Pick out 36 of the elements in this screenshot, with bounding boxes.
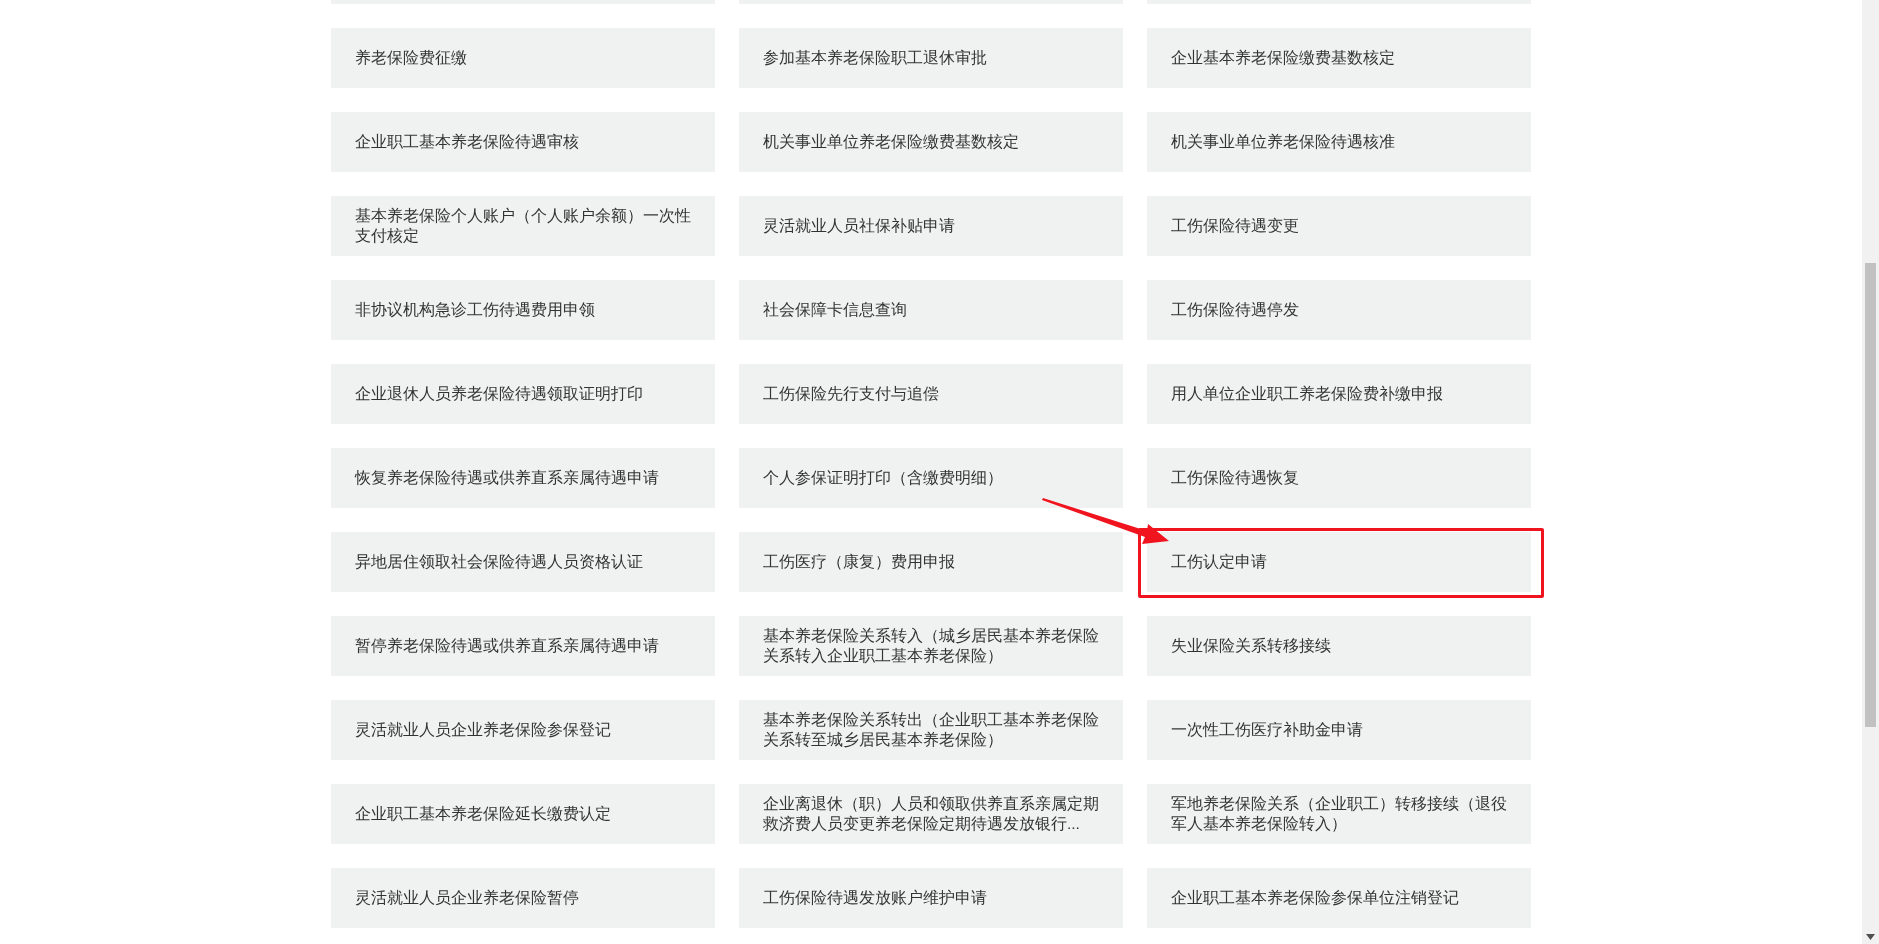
service-tile[interactable]: 企业职工基本养老保险延长缴费认定 [331,784,715,844]
service-tile[interactable]: 机关事业单位养老保险缴费基数核定 [739,112,1123,172]
service-tile[interactable]: 企业离退休（职）人员和领取供养直系亲属定期救济费人员变更养老保险定期待遇发放银行... [739,784,1123,844]
service-tile[interactable]: 工伤保险待遇发放账户维护申请 [739,868,1123,928]
service-tile[interactable]: 企业职工基本养老保险参保单位注销登记 [1147,868,1531,928]
service-tile[interactable]: 工伤保险待遇恢复 [1147,448,1531,508]
service-tile[interactable]: 恢复养老保险待遇或供养直系亲属待遇申请 [331,448,715,508]
service-tile[interactable]: 军地养老保险关系（企业职工）转移接续（退役军人基本养老保险转入） [1147,784,1531,844]
service-tile[interactable]: 工伤医疗（康复）费用申报 [739,532,1123,592]
service-tile[interactable]: 参加基本养老保险职工退休审批 [739,28,1123,88]
service-tile[interactable]: 一次性工伤医疗补助金申请 [1147,700,1531,760]
scroll-down-icon[interactable] [1866,934,1875,940]
service-tile[interactable]: 企业退休人员养老保险待遇领取证明打印 [331,364,715,424]
service-tile[interactable]: 企业基本养老保险缴费基数核定 [1147,28,1531,88]
service-tile[interactable]: 灵活就业人员企业养老保险暂停 [331,868,715,928]
scrollbar-thumb[interactable] [1865,263,1876,727]
service-tile[interactable]: 工伤保险待遇变更 [1147,196,1531,256]
service-tile[interactable]: 暂停养老保险待遇或供养直系亲属待遇申请 [331,616,715,676]
service-tile[interactable]: 企业职工基本养老保险待遇审核 [331,112,715,172]
service-tile[interactable]: 失业保险关系转移接续 [1147,616,1531,676]
service-tile[interactable]: 工伤认定申请 [1147,532,1531,592]
service-tile[interactable]: 机关事业单位养老保险待遇核准 [1147,112,1531,172]
service-tile[interactable]: 灵活就业人员社保补贴申请 [739,196,1123,256]
service-tile[interactable]: 异地居住领取社会保险待遇人员资格认证 [331,532,715,592]
service-tile[interactable]: 工伤保险先行支付与追偿 [739,364,1123,424]
service-tile[interactable]: 养老保险费征缴 [331,28,715,88]
service-tile[interactable]: 基本养老保险关系转出（企业职工基本养老保险关系转至城乡居民基本养老保险） [739,700,1123,760]
scrollbar[interactable] [1862,0,1879,944]
service-tile[interactable]: 基本养老保险个人账户（个人账户余额）一次性支付核定 [331,196,715,256]
service-tile[interactable]: 非协议机构急诊工伤待遇费用申领 [331,280,715,340]
service-tile[interactable]: 社会保障卡信息查询 [739,280,1123,340]
service-tile[interactable]: 用人单位企业职工养老保险费补缴申报 [1147,364,1531,424]
service-tile[interactable]: 灵活就业人员企业养老保险参保登记 [331,700,715,760]
service-tile[interactable]: 个人参保证明打印（含缴费明细） [739,448,1123,508]
service-tile[interactable]: 工伤保险待遇停发 [1147,280,1531,340]
service-tile[interactable]: 基本养老保险关系转入（城乡居民基本养老保险关系转入企业职工基本养老保险） [739,616,1123,676]
